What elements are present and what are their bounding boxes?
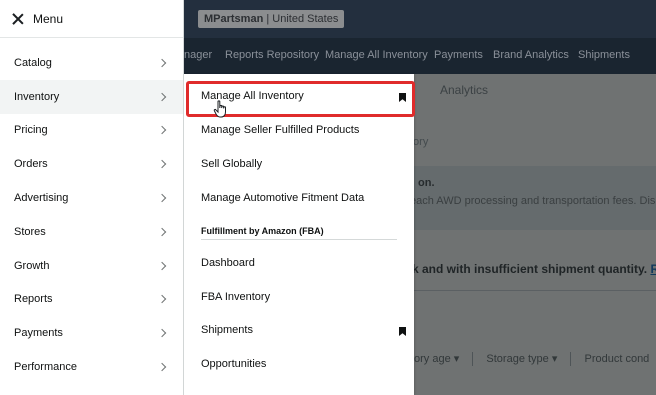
close-icon[interactable] — [12, 13, 24, 25]
menu-header: Menu — [0, 0, 183, 38]
main-menu-panel: Menu Catalog Inventory Pricing Orders Ad… — [0, 0, 184, 395]
filter-bar: ory age ▾ Storage type ▾ Product cond — [414, 352, 649, 367]
tab-analytics[interactable]: Analytics — [440, 83, 488, 97]
banner-title: on. — [418, 177, 435, 189]
menu-item-catalog[interactable]: Catalog — [0, 46, 183, 80]
menu-title: Menu — [33, 11, 64, 26]
menu-item-advertising[interactable]: Advertising — [0, 181, 183, 215]
filter-inventory-age[interactable]: ory age ▾ — [414, 353, 459, 365]
inventory-submenu: Manage All Inventory Manage Seller Fulfi… — [184, 74, 414, 395]
menu-item-stores[interactable]: Stores — [0, 215, 183, 249]
chevron-right-icon — [157, 58, 167, 68]
chevron-right-icon — [157, 362, 167, 372]
chevron-right-icon — [157, 126, 167, 135]
menu-item-performance[interactable]: Performance — [0, 350, 183, 384]
fba-divider — [201, 239, 397, 240]
bookmark-icon[interactable] — [399, 327, 406, 336]
submenu-item-opportunities[interactable]: Opportunities — [201, 358, 266, 370]
submenu-item-automotive-fitment[interactable]: Manage Automotive Fitment Data — [201, 192, 364, 204]
menu-item-reports[interactable]: Reports — [0, 283, 183, 317]
warning-text: k and with insufficient shipment quantit… — [412, 262, 656, 276]
filter-product-condition[interactable]: Product cond — [584, 353, 649, 365]
menu-list: Catalog Inventory Pricing Orders Adverti… — [0, 38, 183, 384]
warning-link[interactable]: Re — [650, 262, 656, 276]
chevron-right-icon — [157, 329, 167, 338]
hand-cursor-icon — [213, 100, 226, 118]
menu-item-pricing[interactable]: Pricing — [0, 114, 183, 148]
nav-item-payments[interactable]: Payments — [434, 49, 483, 61]
nav-item-manage-all-inventory[interactable]: Manage All Inventory — [325, 49, 428, 61]
menu-item-payments[interactable]: Payments — [0, 316, 183, 350]
chevron-right-icon — [157, 92, 167, 101]
chevron-right-icon — [157, 160, 167, 169]
fba-section-heading: Fulfillment by Amazon (FBA) — [201, 226, 324, 236]
submenu-item-shipments[interactable]: Shipments — [201, 324, 253, 336]
chevron-right-icon — [157, 227, 167, 237]
submenu-item-sell-globally[interactable]: Sell Globally — [201, 158, 262, 170]
chevron-right-icon — [157, 193, 167, 203]
filter-storage-type[interactable]: Storage type ▾ — [486, 353, 557, 365]
menu-item-inventory[interactable]: Inventory — [0, 79, 183, 114]
nav-item-reports-repository[interactable]: Reports Repository — [225, 49, 319, 61]
nav-item-shipments[interactable]: Shipments — [578, 49, 630, 61]
store-switcher[interactable]: MPartsman | United States — [198, 10, 345, 28]
nav-item-partial[interactable]: nager — [184, 49, 212, 61]
chevron-right-icon — [157, 261, 167, 270]
nav-item-brand-analytics[interactable]: Brand Analytics — [493, 49, 569, 61]
banner-text: each AWD processing and transportation f… — [410, 195, 656, 207]
divider — [410, 290, 656, 291]
menu-item-orders[interactable]: Orders — [0, 147, 183, 181]
chevron-right-icon — [157, 295, 167, 304]
submenu-item-fba-inventory[interactable]: FBA Inventory — [201, 291, 270, 303]
submenu-item-manage-seller-fulfilled[interactable]: Manage Seller Fulfilled Products — [201, 124, 359, 136]
menu-item-growth[interactable]: Growth — [0, 249, 183, 283]
submenu-item-dashboard[interactable]: Dashboard — [201, 257, 255, 269]
